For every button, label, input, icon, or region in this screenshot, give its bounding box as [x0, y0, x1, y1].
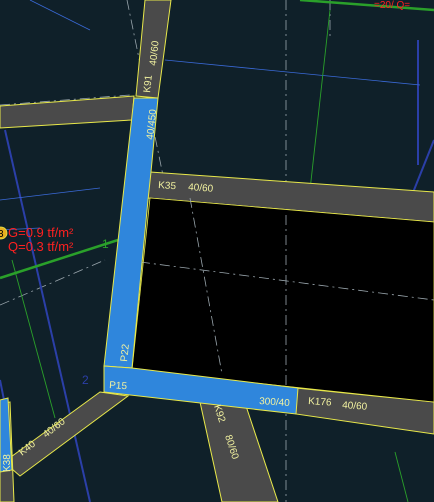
load-q: Q=0.3 tf/m²	[8, 239, 74, 254]
load-g: G=0.9 tf/m²	[8, 225, 74, 240]
label-k91: K91	[142, 74, 155, 93]
label-p15: P15	[109, 380, 128, 392]
axis-label-blue-2: 2	[82, 373, 89, 387]
load-top-right: =20/ Q=	[374, 0, 410, 11]
label-k35-size: 40/60	[188, 182, 214, 195]
drawing-canvas[interactable]: 40/60 K91 40/450 K35 40/60 P22 P15 300/4…	[0, 0, 434, 502]
axis-label-green-1: 1	[102, 237, 109, 251]
label-k176: K176	[308, 396, 333, 409]
label-p22: P22	[119, 343, 132, 362]
label-k176-size: 40/60	[342, 400, 368, 413]
slab-region[interactable]	[131, 197, 434, 403]
load-marker-number: 3	[0, 229, 4, 240]
label-p15-size: 300/40	[259, 396, 291, 409]
label-p22-size: 40/450	[145, 108, 159, 140]
label-k35: K35	[158, 180, 177, 192]
beam-k40[interactable]	[3, 391, 130, 477]
label-left-partial: K38	[2, 454, 13, 472]
beam-left-horizontal[interactable]	[0, 95, 135, 129]
